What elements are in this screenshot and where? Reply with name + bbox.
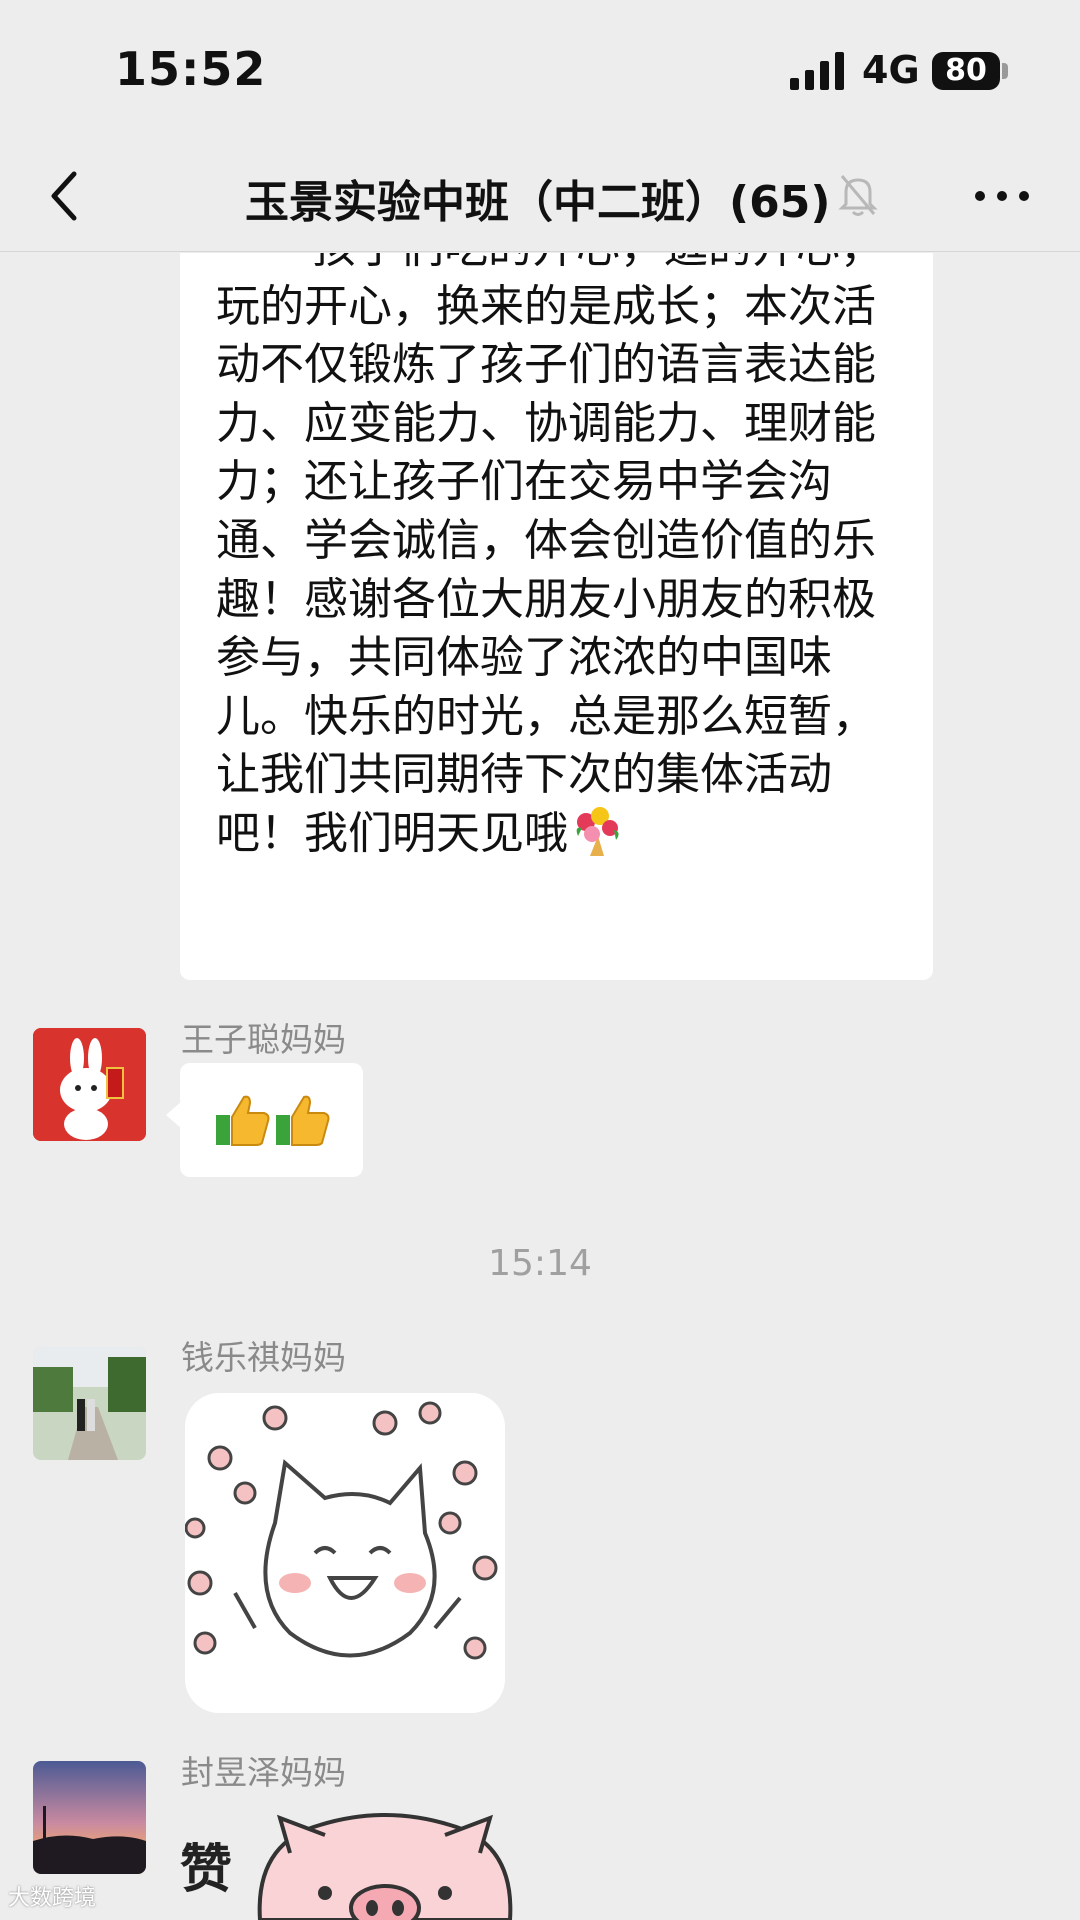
pig-icon [257, 1813, 513, 1920]
message-bubble[interactable]: 孩子们吃的开心，逛的开心，玩的开心，换来的是成长；本次活动不仅锻炼了孩子们的语言… [180, 253, 933, 980]
chat-content[interactable]: 孩子们吃的开心，逛的开心，玩的开心，换来的是成长；本次活动不仅锻炼了孩子们的语言… [0, 253, 1080, 1920]
message-text: 孩子们吃的开心，逛的开心，玩的开心，换来的是成长；本次活动不仅锻炼了孩子们的语言… [216, 253, 884, 859]
sticker-text: 赞 [180, 1840, 233, 1900]
message-bubble[interactable] [166, 1063, 363, 1177]
network-label: 4G [862, 48, 920, 92]
thumbs-up-icon [276, 1095, 330, 1146]
pig-sticker[interactable]: 赞 [180, 1813, 520, 1920]
sender-name: 封昱泽妈妈 [181, 1753, 346, 1792]
sunset-avatar-icon [33, 1761, 146, 1874]
status-time: 15:52 [115, 42, 267, 96]
back-icon[interactable] [44, 166, 88, 226]
photo-avatar-icon [33, 1347, 146, 1460]
bouquet-icon [576, 806, 619, 856]
more-icon[interactable] [972, 184, 1032, 208]
sender-name: 钱乐祺妈妈 [181, 1338, 346, 1377]
message-timestamp: 15:14 [488, 1243, 592, 1284]
cat-sticker-icon [184, 1401, 498, 1660]
mute-bell-icon [838, 175, 878, 216]
chat-title: 玉景实验中班（中二班）(65) [245, 177, 831, 228]
battery-level: 80 [945, 53, 987, 88]
avatar-qianleqi-mom[interactable] [33, 1347, 146, 1460]
cat-sticker[interactable] [184, 1393, 505, 1713]
sender-name: 王子聪妈妈 [181, 1020, 346, 1059]
status-bar: 15:52 4G 80 [0, 0, 1080, 140]
thumbs-up-icon [216, 1095, 270, 1146]
nav-bar: 玉景实验中班（中二班）(65) [0, 140, 1080, 252]
watermark: 大数跨境 [8, 1886, 97, 1911]
avatar-wangzicong-mom[interactable] [33, 1028, 146, 1141]
signal-icon [790, 52, 844, 90]
rabbit-avatar-icon [33, 1028, 146, 1141]
battery-cap [1002, 63, 1008, 79]
avatar-fengyuze-mom[interactable] [33, 1761, 146, 1874]
